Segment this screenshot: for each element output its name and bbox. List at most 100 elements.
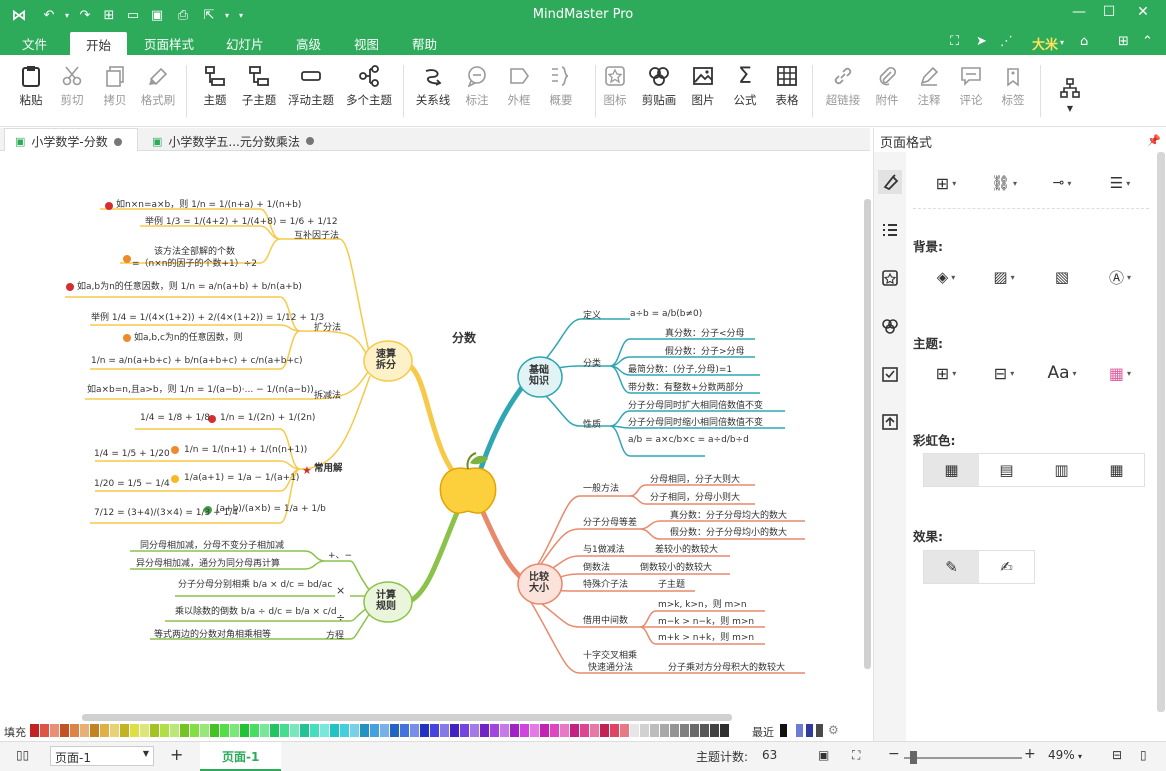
- color-swatch[interactable]: [70, 724, 79, 737]
- color-swatch[interactable]: [60, 724, 69, 737]
- tab-close-icon[interactable]: [305, 137, 314, 145]
- doc-tab-1[interactable]: ▣ 小学数学-分数: [4, 128, 138, 151]
- mindmap-canvas[interactable]: ★ 分数 速算 拆分 基础 知识 计算 规则 比较 大小 互补因子法 如n×n=…: [0, 151, 873, 723]
- topic-node[interactable]: 如n×n=a×b，则 1/n = 1/(n+a) + 1/(n+b): [116, 200, 301, 211]
- color-swatches[interactable]: [30, 724, 730, 737]
- color-swatch[interactable]: [510, 724, 519, 737]
- clipart-tab-icon[interactable]: [878, 314, 902, 338]
- user-dropdown-icon[interactable]: ▾: [1060, 38, 1064, 47]
- theme-color-button[interactable]: ▦ ▾: [1100, 360, 1140, 386]
- color-swatch[interactable]: [390, 724, 399, 737]
- color-swatch[interactable]: [110, 724, 119, 737]
- topic-node[interactable]: 如a×b=n,且a>b，则 1/n = 1/(a−b)·... − 1/(n(a…: [87, 385, 314, 396]
- topic-node[interactable]: 等式两边的分数对角相乘相等: [154, 630, 271, 641]
- zoom-out-button[interactable]: −: [888, 746, 900, 762]
- color-swatch[interactable]: [490, 724, 499, 737]
- fit-page-icon[interactable]: ▣: [818, 748, 829, 762]
- tag-button[interactable]: 标签: [987, 63, 1039, 108]
- color-swatch[interactable]: [620, 724, 629, 737]
- topic-node[interactable]: 乘以除数的倒数 b/a ÷ d/c = b/a × c/d: [175, 607, 337, 618]
- recent-color-swatch[interactable]: [796, 724, 803, 737]
- color-swatch[interactable]: [480, 724, 489, 737]
- topic-node[interactable]: 真分数：分子<分母: [665, 329, 745, 340]
- color-swatch[interactable]: [160, 724, 169, 737]
- effect-option-2[interactable]: ✍: [979, 551, 1034, 583]
- topic-node[interactable]: 带分数：有整数+分数两部分: [628, 383, 744, 394]
- topic-node[interactable]: a/b = a×c/b×c = a÷d/b÷d: [628, 435, 749, 446]
- color-swatch[interactable]: [700, 724, 709, 737]
- topic-node[interactable]: 1/n = 1/(n+1) + 1/(n(n+1)): [184, 445, 307, 456]
- fullscreen-icon[interactable]: ⛶: [950, 34, 959, 49]
- table-button[interactable]: 表格: [761, 63, 813, 108]
- color-swatch[interactable]: [250, 724, 259, 737]
- numbering-button[interactable]: ☰ ▾: [1100, 170, 1140, 196]
- color-swatch[interactable]: [460, 724, 469, 737]
- color-swatch[interactable]: [530, 724, 539, 737]
- color-swatch[interactable]: [280, 724, 289, 737]
- branch-label-compare[interactable]: 比较 大小: [529, 572, 549, 594]
- zoom-slider-thumb[interactable]: [910, 751, 917, 764]
- panel-scrollbar[interactable]: [1157, 152, 1165, 712]
- close-button[interactable]: ✕: [1128, 4, 1158, 26]
- page-select[interactable]: 页面-1 ▼: [50, 746, 154, 766]
- connector-style-button[interactable]: ⊸ ▾: [1042, 170, 1082, 196]
- topic-node[interactable]: 1/n = a/n(a+b+c) + b/n(a+b+c) + c/n(a+b+…: [91, 356, 302, 367]
- color-swatch[interactable]: [670, 724, 679, 737]
- color-swatch[interactable]: [400, 724, 409, 737]
- color-swatch[interactable]: [200, 724, 209, 737]
- skin-icon[interactable]: ⌂: [1080, 34, 1088, 49]
- topic-node[interactable]: 分子分母同时扩大相同倍数值不变: [628, 401, 763, 412]
- branch-label-split[interactable]: 速算 拆分: [376, 349, 396, 371]
- topic-node[interactable]: 如a,b为n的任意因数，则 1/n = a/n(a+b) + b/n(a+b): [77, 282, 302, 293]
- zoom-dropdown-icon[interactable]: ▾: [1078, 752, 1082, 761]
- rainbow-option-3[interactable]: ▥: [1034, 454, 1089, 486]
- color-swatch[interactable]: [220, 724, 229, 737]
- export-tab-icon[interactable]: [878, 410, 902, 434]
- topic-node[interactable]: (a+b)/(a×b) = 1/a + 1/b: [216, 504, 326, 515]
- fullscreen-icon[interactable]: ⛶: [852, 748, 860, 763]
- color-swatch[interactable]: [580, 724, 589, 737]
- topic-node[interactable]: a÷b = a/b(b≠0): [630, 309, 702, 320]
- color-swatch[interactable]: [120, 724, 129, 737]
- color-swatch[interactable]: [230, 724, 239, 737]
- topic-node[interactable]: m−k > n−k，则 m>n: [658, 617, 754, 628]
- topic-node[interactable]: 1/4 = 1/8 + 1/8: [140, 413, 210, 424]
- color-swatch[interactable]: [180, 724, 189, 737]
- status-panel-icon[interactable]: ▯: [1140, 748, 1147, 762]
- menu-page-style[interactable]: 页面样式: [144, 34, 194, 53]
- color-swatch[interactable]: [320, 724, 329, 737]
- topic-node[interactable]: 假分数：分子分母均小的数大: [670, 528, 787, 539]
- topic-node[interactable]: 分子相同，分母小则大: [650, 493, 740, 504]
- branch-label-basic[interactable]: 基础 知识: [529, 365, 549, 387]
- topic-node[interactable]: 最简分数：(分子,分母)=1: [628, 365, 732, 376]
- color-swatch[interactable]: [50, 724, 59, 737]
- color-swatch[interactable]: [560, 724, 569, 737]
- menu-slides[interactable]: 幻灯片: [226, 34, 264, 53]
- color-swatch[interactable]: [240, 724, 249, 737]
- color-swatch[interactable]: [440, 724, 449, 737]
- color-swatch[interactable]: [330, 724, 339, 737]
- color-swatch[interactable]: [140, 724, 149, 737]
- topic-node[interactable]: 常用解: [314, 463, 343, 474]
- topic-node[interactable]: 分子分母同时缩小相同倍数值不变: [628, 418, 763, 429]
- color-swatch[interactable]: [500, 724, 509, 737]
- color-swatch[interactable]: [90, 724, 99, 737]
- topic-node[interactable]: m>k, k>n，则 m>n: [658, 600, 747, 611]
- collapse-ribbon-icon[interactable]: ⌃: [1142, 34, 1153, 49]
- color-swatch[interactable]: [80, 724, 89, 737]
- color-swatch[interactable]: [350, 724, 359, 737]
- color-swatch[interactable]: [690, 724, 699, 737]
- topic-node[interactable]: ÷: [336, 612, 345, 623]
- color-swatch[interactable]: [310, 724, 319, 737]
- color-swatch[interactable]: [720, 724, 729, 737]
- color-swatch[interactable]: [290, 724, 299, 737]
- panel-toggle-icon[interactable]: ▯▯: [16, 748, 29, 762]
- rainbow-option-4[interactable]: ▦: [1089, 454, 1144, 486]
- horizontal-scrollbar[interactable]: [82, 714, 732, 721]
- color-swatch[interactable]: [260, 724, 269, 737]
- color-swatch[interactable]: [630, 724, 639, 737]
- topic-node[interactable]: 一般方法: [583, 484, 619, 495]
- topic-node[interactable]: 子主题: [658, 580, 685, 591]
- color-swatch[interactable]: [420, 724, 429, 737]
- color-swatch[interactable]: [270, 724, 279, 737]
